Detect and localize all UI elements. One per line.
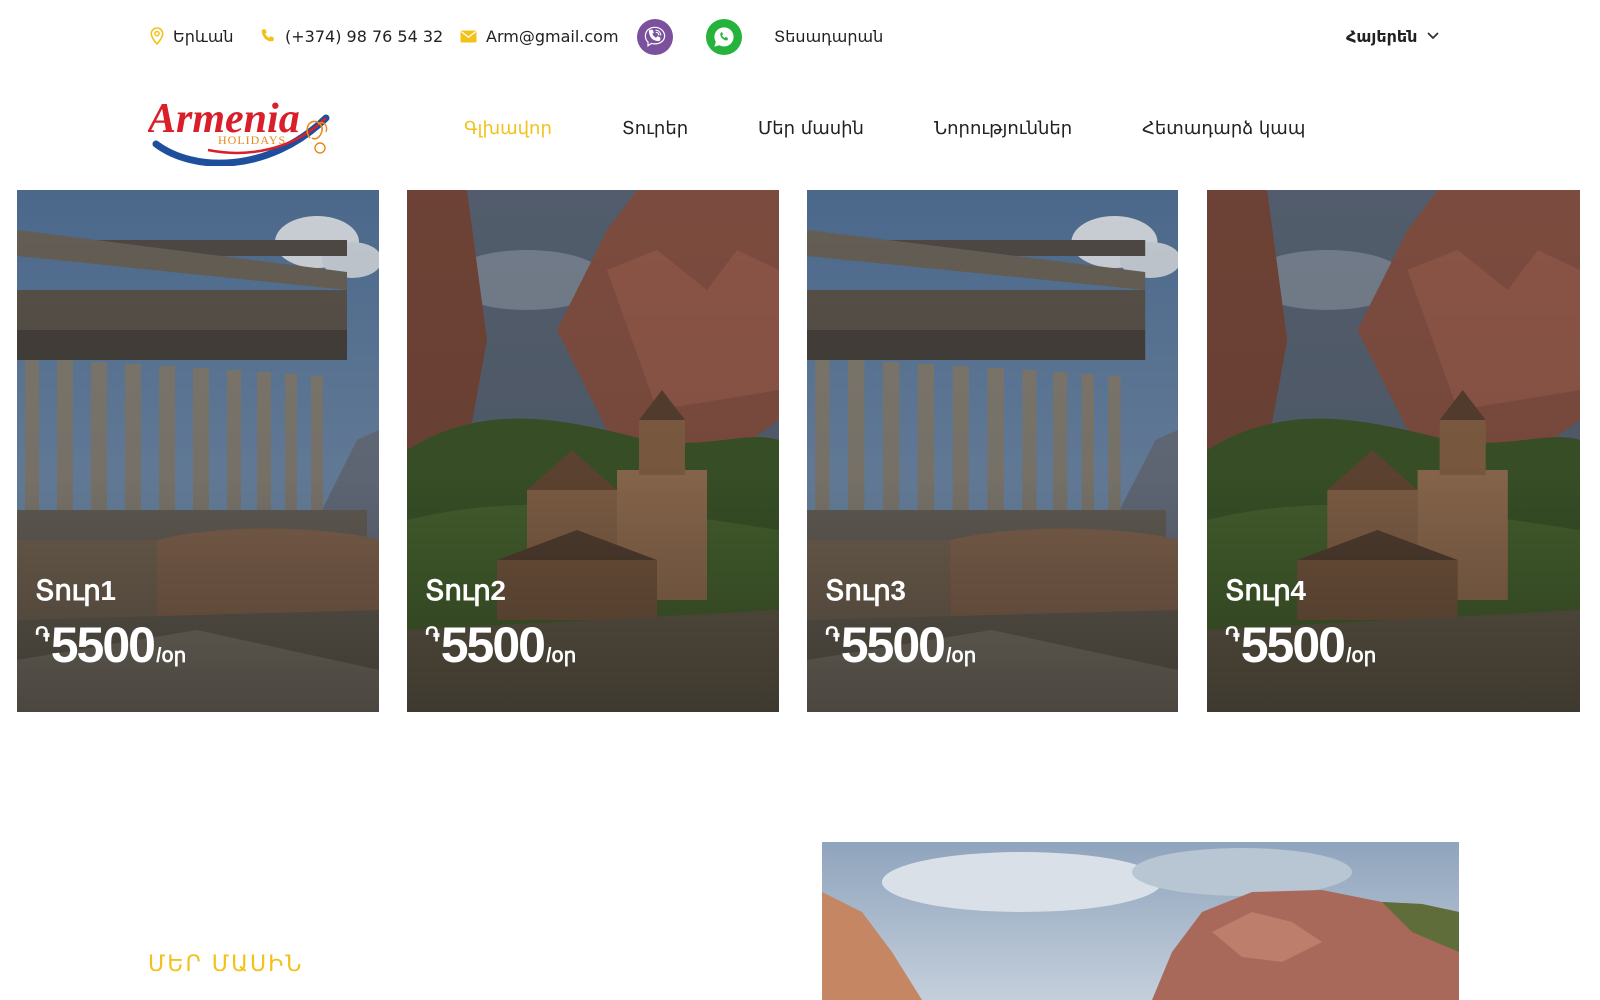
tour-title: Տուր2: [425, 575, 506, 606]
price-currency: ֏: [425, 624, 440, 646]
top-bar: Երևան (+374) 98 76 54 32 Arm@gmail.com Տ…: [0, 0, 1600, 72]
tour-card-1[interactable]: Տուր1 ֏ 5500 /օր: [17, 190, 379, 712]
tour-card-4[interactable]: Տուր4 ֏ 5500 /օր: [1207, 190, 1580, 712]
mail-icon: [460, 30, 477, 43]
nav-about[interactable]: Մեր մասին: [758, 118, 864, 139]
location-item: Երևան: [150, 24, 234, 48]
nav-contact[interactable]: Հետադարձ կապ: [1142, 118, 1305, 139]
price-amount: 5500: [840, 617, 946, 673]
language-dropdown[interactable]: Հայերեն: [1346, 24, 1439, 48]
price-unit: /օր: [945, 645, 977, 667]
language-label: Հայերեն: [1346, 26, 1418, 46]
phone-text: (+374) 98 76 54 32: [285, 26, 444, 46]
gallery-link[interactable]: Տեսադարան: [774, 24, 883, 48]
tour-title: Տուր4: [1225, 575, 1306, 606]
email-text: Arm@gmail.com: [486, 26, 619, 46]
location-pin-icon: [150, 27, 164, 45]
viber-icon[interactable]: [637, 19, 673, 55]
price-amount: 5500: [1240, 617, 1346, 673]
tour-card-2[interactable]: Տուր2 ֏ 5500 /օր: [407, 190, 779, 712]
about-section-title: ՄԵՐ ՄԱՍԻՆ: [148, 952, 304, 977]
whatsapp-icon[interactable]: [706, 19, 742, 55]
location-text: Երևան: [173, 26, 234, 46]
price-currency: ֏: [1225, 624, 1240, 646]
price-unit: /օր: [545, 645, 577, 667]
price-unit: /օր: [155, 645, 187, 667]
tour-price: ֏ 5500 /օր: [425, 620, 576, 670]
about-image: [822, 842, 1459, 1000]
price-currency: ֏: [825, 624, 840, 646]
price-amount: 5500: [50, 617, 156, 673]
tour-title: Տուր1: [35, 575, 116, 606]
tour-price: ֏ 5500 /օր: [35, 620, 186, 670]
price-amount: 5500: [440, 617, 546, 673]
chevron-down-icon: [1427, 32, 1439, 40]
nav-tours[interactable]: Տուրեր: [622, 118, 688, 139]
tour-card-3[interactable]: Տուր3 ֏ 5500 /օր: [807, 190, 1178, 712]
tour-title: Տուր3: [825, 575, 906, 606]
price-unit: /օր: [1345, 645, 1377, 667]
price-currency: ֏: [35, 624, 50, 646]
nav-home[interactable]: Գլխավոր: [464, 118, 552, 139]
nav-news[interactable]: Նորություններ: [934, 118, 1072, 139]
mountain-image-icon: [822, 842, 1459, 1000]
phone-icon: [260, 28, 276, 44]
gallery-link-text: Տեսադարան: [774, 26, 884, 46]
email-item[interactable]: Arm@gmail.com: [460, 24, 619, 48]
tour-price: ֏ 5500 /օր: [1225, 620, 1376, 670]
phone-item[interactable]: (+374) 98 76 54 32: [260, 24, 443, 48]
main-nav: Գլխավոր Տուրեր Մեր մասին Նորություններ Հ…: [0, 118, 1600, 144]
tour-price: ֏ 5500 /օր: [825, 620, 976, 670]
